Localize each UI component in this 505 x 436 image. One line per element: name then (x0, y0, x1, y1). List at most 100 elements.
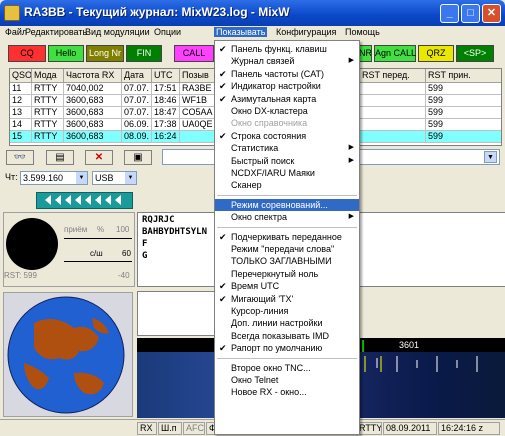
macro-hello-button[interactable]: Hello (48, 45, 84, 62)
macro-long-nr-button[interactable]: Long Nr (86, 45, 124, 62)
table-cell-date: 08.09. (122, 131, 152, 143)
menu-option[interactable]: Новое RX - окно... (215, 386, 359, 398)
menu-option[interactable]: Сканер (215, 179, 359, 191)
table-cell-date: 07.07. (122, 83, 152, 95)
submenu-arrow-icon: ▶ (348, 213, 354, 221)
col-header[interactable]: Частота RX (64, 69, 122, 83)
menu-option-label: Всегда показывать IMD (231, 330, 329, 341)
chevron-down-icon[interactable]: ▼ (125, 172, 136, 184)
menu-option[interactable]: ✔ Панель частоты (CAT) (215, 68, 359, 80)
menu-option[interactable]: ✔ Панель функц. клавиш (215, 43, 359, 55)
menu-option[interactable]: Всегда показывать IMD (215, 330, 359, 342)
menu-modulation[interactable]: Вид модуляции (85, 27, 150, 37)
scale-line (64, 261, 132, 262)
table-cell-mode: RTTY (32, 119, 64, 131)
menu-option-label: Индикатор настройки (231, 81, 321, 92)
table-cell-call: WF1B (180, 95, 216, 107)
table-cell-qso: 15 (10, 131, 32, 143)
menu-show[interactable]: Показывать (214, 27, 268, 37)
delete-icon[interactable]: ✕ (85, 150, 113, 165)
rx-line: BAHBYDHTSYLN (142, 227, 208, 237)
checkmark-icon: ✔ (219, 44, 227, 54)
menu-option[interactable]: ✔ Строка состояния (215, 130, 359, 142)
col-header[interactable]: Позыв (180, 69, 216, 83)
minimize-button[interactable]: _ (440, 4, 459, 23)
menu-option[interactable]: ✔ Мигающий 'TX' (215, 293, 359, 305)
menu-option[interactable]: Окно спектра ▶ (215, 211, 359, 223)
table-cell-date: 07.07. (122, 95, 152, 107)
binoculars-icon[interactable]: 👓 (6, 150, 34, 165)
table-cell-qso: 12 (10, 95, 32, 107)
azimuthal-map (3, 292, 133, 417)
checkmark-icon: ✔ (219, 281, 227, 292)
macro-fin-button[interactable]: FIN (126, 45, 162, 62)
macro-nr-button[interactable]: NR (358, 45, 372, 62)
table-cell-utc: 18:47 (152, 107, 180, 119)
macro-call-button[interactable]: CALL (174, 45, 214, 62)
frequency-field[interactable]: 3.599.160 ▼ (20, 171, 88, 185)
table-cell-utc: 16:24 (152, 131, 180, 143)
mode-select[interactable]: USB ▼ (92, 171, 137, 185)
col-header[interactable]: Мода (32, 69, 64, 83)
app-icon (4, 5, 20, 21)
window-title: RA3BB - Текущий журнал: MixW23.log - Mix… (24, 5, 290, 19)
chevron-down-icon[interactable]: ▼ (76, 172, 87, 184)
menu-option[interactable]: Второе окно TNC... (215, 362, 359, 374)
menu-option[interactable]: ✔ Время UTC (215, 280, 359, 292)
status-afc[interactable]: AFC (183, 422, 205, 435)
status-rx[interactable]: RX (137, 422, 157, 435)
table-cell-rst-sent (360, 83, 426, 95)
chevron-down-icon[interactable]: ▼ (484, 151, 497, 163)
menu-option[interactable]: Окно Telnet (215, 374, 359, 386)
menu-option[interactable]: Доп. линии настройки (215, 317, 359, 329)
menu-option[interactable]: Режим "передачи слова" (215, 243, 359, 255)
scale-line (64, 238, 132, 239)
menu-option[interactable]: Окно DX-кластера (215, 105, 359, 117)
menu-option[interactable]: Журнал связей ▶ (215, 55, 359, 67)
log-entry-icon[interactable]: ▤ (46, 150, 74, 165)
table-cell-freq: 3600,683 (64, 95, 122, 107)
macro-cq-button[interactable]: CQ (8, 45, 46, 62)
table-cell-rst-sent (360, 119, 426, 131)
menu-option[interactable]: Курсор-линия (215, 305, 359, 317)
submenu-arrow-icon: ▶ (348, 156, 354, 164)
table-cell-rst-sent (360, 107, 426, 119)
save-icon[interactable]: ▣ (124, 150, 152, 165)
menu-option[interactable]: ✔ Рапорт по умолчанию (215, 342, 359, 354)
submenu-arrow-icon: ▶ (348, 57, 354, 65)
menu-option[interactable]: ТОЛЬКО ЗАГЛАВНЫМИ (215, 255, 359, 267)
priem-label: приём (64, 225, 88, 234)
menu-option[interactable]: ✔ Индикатор настройки (215, 80, 359, 92)
frequency-value: 3.599.160 (23, 173, 64, 183)
menu-option[interactable]: Режим соревнований... (215, 198, 359, 211)
menu-config[interactable]: Конфигурация (276, 27, 336, 37)
minus40-label: -40 (118, 271, 130, 280)
macro-agn-call-button[interactable]: Agn CALL (374, 45, 416, 62)
menu-option[interactable]: ✔ Азимутальная карта (215, 93, 359, 105)
menu-option[interactable]: Перечеркнутый ноль (215, 268, 359, 280)
menu-option[interactable]: Быстрый поиск ▶ (215, 155, 359, 167)
macro-qrz-button[interactable]: QRZ (418, 45, 454, 62)
col-header[interactable]: RST прин. (426, 69, 501, 83)
col-header[interactable]: UTC (152, 69, 180, 83)
menu-option[interactable]: ✔ Подчеркивать переданное (215, 231, 359, 243)
menu-options[interactable]: Опции (154, 27, 181, 37)
menu-option[interactable]: Статистика ▶ (215, 142, 359, 154)
menu-file[interactable]: Файл (5, 27, 27, 37)
table-cell-utc: 18:46 (152, 95, 180, 107)
table-cell-rst-rcvd: 599 (426, 107, 501, 119)
rst-label: RST: 599 (4, 271, 37, 280)
menu-help[interactable]: Помощь (345, 27, 380, 37)
close-button[interactable]: ✕ (482, 4, 501, 23)
status-sh[interactable]: Ш.п (158, 422, 182, 435)
col-header[interactable]: Дата (122, 69, 152, 83)
col-header[interactable]: QSO (10, 69, 32, 83)
macro-sp-button[interactable]: <SP> (456, 45, 494, 62)
table-cell-utc: 17:51 (152, 83, 180, 95)
col-header[interactable]: RST перед. (360, 69, 426, 83)
menu-option[interactable]: NCDXF/IARU Маяки (215, 167, 359, 179)
table-cell-date: 06.09. (122, 119, 152, 131)
tune-arrows-bar[interactable] (36, 192, 133, 209)
menu-edit[interactable]: Редактировать (25, 27, 87, 37)
maximize-button[interactable]: □ (461, 4, 480, 23)
